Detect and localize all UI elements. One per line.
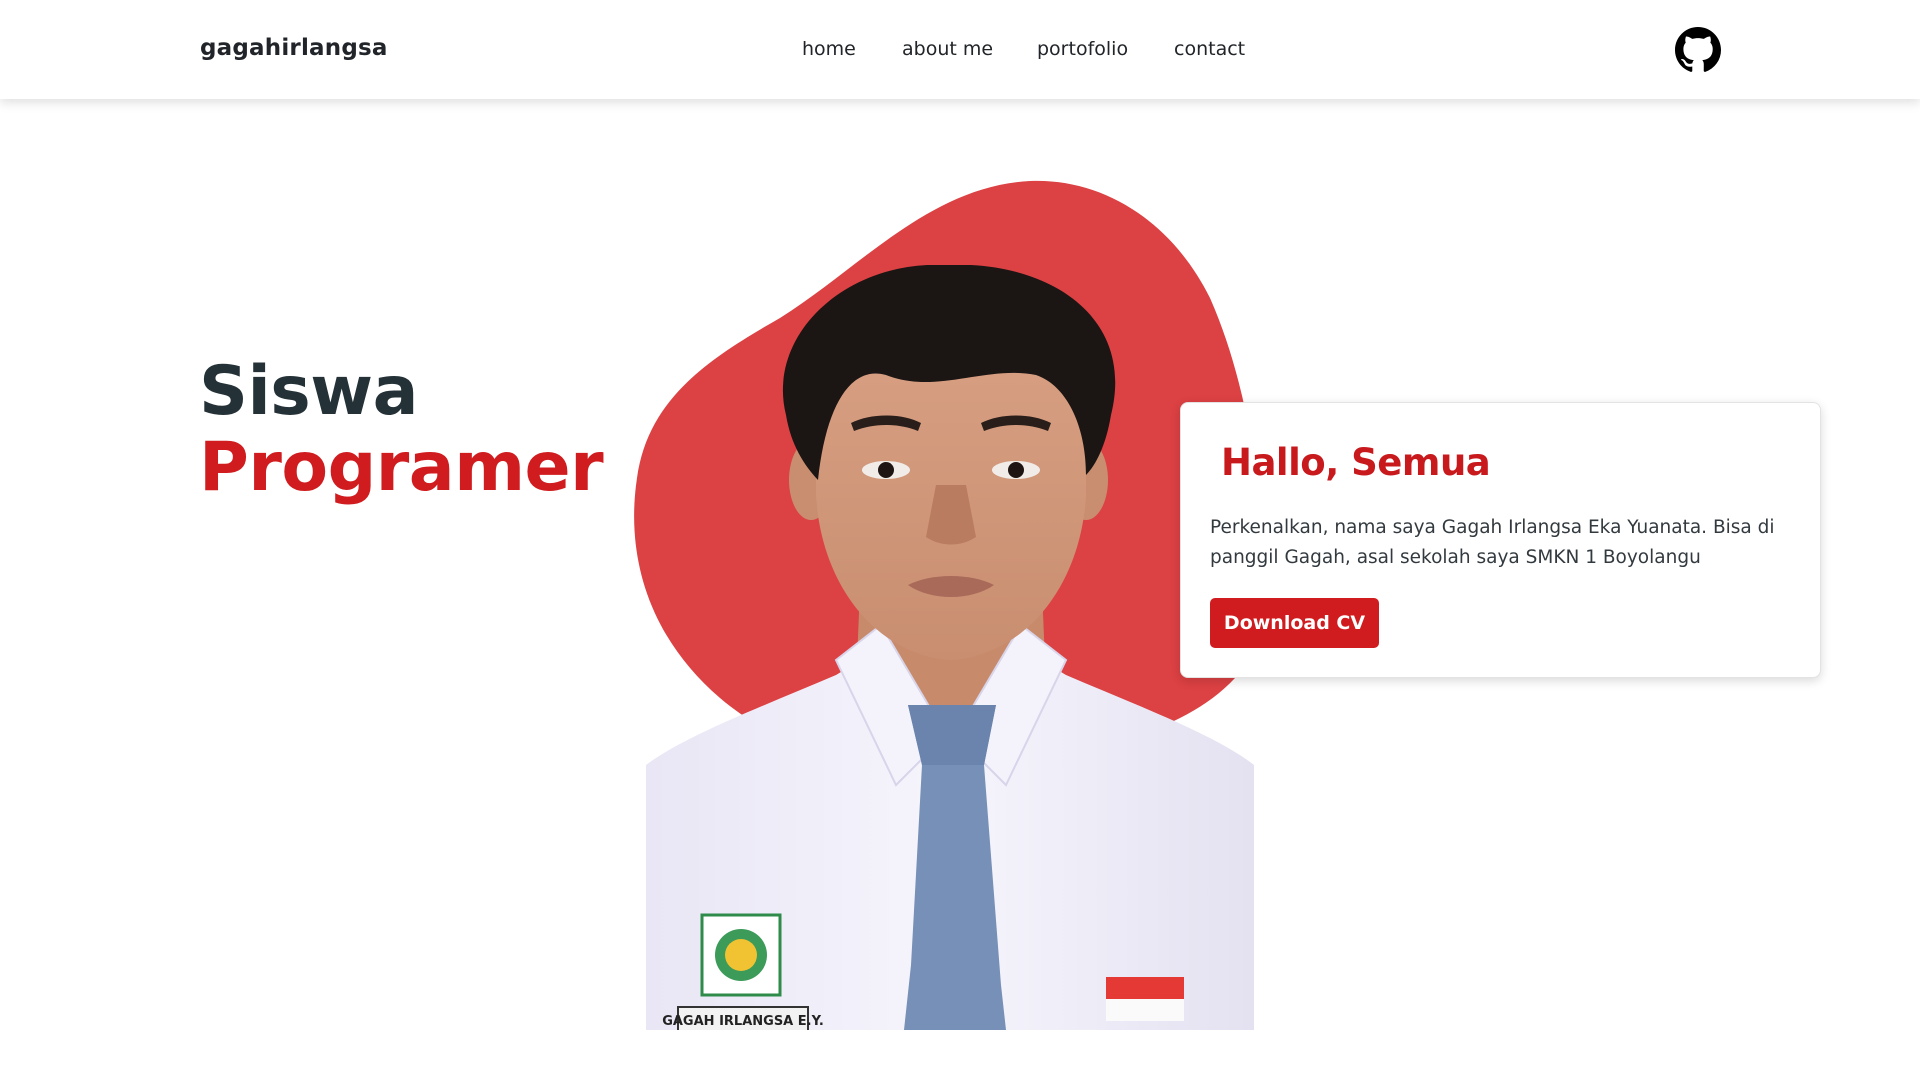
student-portrait-photo: GAGAH IRLANGSA E.Y. (646, 265, 1254, 1030)
hero-heading-line2: Programer (199, 428, 604, 507)
card-description: Perkenalkan, nama saya Gagah Irlangsa Ek… (1210, 517, 1775, 568)
navbar: gagahirlangsa home about me portofolio c… (0, 0, 1920, 99)
hero-heading: Siswa Programer (199, 352, 604, 507)
nav-link-about-me[interactable]: about me (902, 38, 993, 60)
card-greeting-title: Hallo, Semua (1221, 441, 1491, 484)
github-link[interactable] (1675, 27, 1721, 73)
hero-heading-line1: Siswa (199, 352, 418, 431)
nav-link-portofolio[interactable]: portofolio (1037, 38, 1128, 60)
nav-link-contact[interactable]: contact (1174, 38, 1245, 60)
github-icon (1675, 27, 1721, 72)
nav-menu: home about me portofolio contact (0, 38, 1920, 64)
nav-link-home[interactable]: home (802, 38, 856, 60)
intro-card: Hallo, Semua Perkenalkan, nama saya Gaga… (1180, 402, 1821, 678)
name-tag-text: GAGAH IRLANGSA E.Y. (662, 1014, 824, 1029)
download-cv-button[interactable]: Download CV (1210, 598, 1379, 648)
